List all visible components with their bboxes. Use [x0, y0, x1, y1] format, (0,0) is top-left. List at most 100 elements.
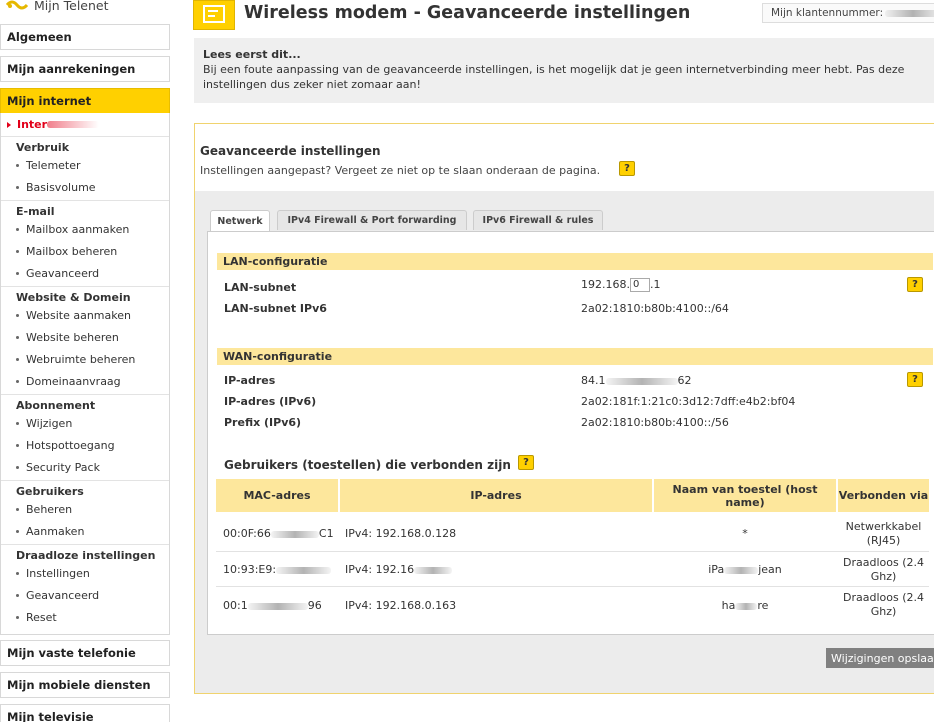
help-icon[interactable]: ? [619, 161, 635, 176]
hostname-cell: * [742, 527, 748, 540]
sidebar-section-label: Mijn aanrekeningen [7, 62, 136, 76]
help-icon[interactable]: ? [907, 277, 923, 292]
sidebar-item-email-geavanceerd[interactable]: Geavanceerd [1, 262, 169, 284]
sidebar-item-security-pack[interactable]: Security Pack [1, 456, 169, 478]
help-icon[interactable]: ? [518, 455, 534, 470]
sidebar-item-aanmaken[interactable]: Aanmaken [1, 520, 169, 542]
notice-text: Bij een foute aanpassing van de geavance… [203, 63, 905, 91]
connection-cell: Draadloos (2.4 Ghz) [843, 556, 924, 583]
bullet-icon [16, 615, 19, 619]
bullet-icon [16, 507, 19, 511]
sidebar-section-televisie[interactable]: Mijn televisie [0, 704, 170, 722]
tab-netwerk[interactable]: Netwerk [210, 210, 270, 231]
tab-ipv6-firewall[interactable]: IPv6 Firewall & rules [473, 210, 603, 230]
brand-label: Mijn Telenet [34, 0, 109, 13]
settings-title: Geavanceerde instellingen [200, 144, 381, 158]
mac-cell: 10:93:E9: [223, 563, 332, 576]
sidebar-item-beheren[interactable]: Beheren [1, 498, 169, 520]
warning-notice: Lees eerst dit... Bij een foute aanpassi… [194, 38, 934, 103]
sidebar-item-draadloos-geavanceerd[interactable]: Geavanceerd [1, 584, 169, 606]
brand-link[interactable]: Mijn Telenet [0, 0, 170, 16]
bullet-icon [16, 335, 19, 339]
sidebar-item-domeinaanvraag[interactable]: Domeinaanvraag [1, 370, 169, 392]
arrow-right-icon [7, 121, 11, 128]
sidebar-section-label: Mijn televisie [7, 710, 94, 722]
bullet-icon [16, 249, 19, 253]
bullet-icon [16, 163, 19, 167]
sidebar-section-label: Mijn internet [7, 94, 92, 108]
bullet-icon [16, 227, 19, 231]
sidebar-section-internet[interactable]: Mijn internet [0, 88, 170, 114]
bullet-icon [16, 313, 19, 317]
sidebar-item-telemeter[interactable]: Telemeter [1, 154, 169, 176]
sidebar-item-mailbox-beheren[interactable]: Mailbox beheren [1, 240, 169, 262]
bullet-icon [16, 271, 19, 275]
column-header-ip: IP-adres [340, 479, 652, 512]
sidebar-section-aanrekeningen[interactable]: Mijn aanrekeningen [0, 56, 170, 82]
wan-ip-end: 62 [677, 374, 692, 387]
sidebar-item-label: Inter [17, 118, 48, 131]
sidebar-item-reset[interactable]: Reset [1, 606, 169, 628]
sidebar-item-wijzigen[interactable]: Wijzigen [1, 412, 169, 434]
page: Mijn Telenet Algemeen Mijn aanrekeningen… [0, 0, 934, 722]
sidebar-group-draadloos: Draadloze instellingen [1, 544, 169, 562]
sidebar-section-label: Mijn vaste telefonie [7, 646, 136, 660]
settings-header: Geavanceerde instellingen Instellingen a… [195, 124, 934, 191]
wan-ip-value: 84.1 62 [581, 374, 692, 387]
wan-ipv6-value: 2a02:181f:1:21c0:3d12:7dff:e4b2:bf04 [581, 395, 796, 408]
bullet-icon [16, 571, 19, 575]
sidebar-section-label: Mijn mobiele diensten [7, 678, 151, 692]
sidebar-item-basisvolume[interactable]: Basisvolume [1, 176, 169, 198]
customer-number-label: Mijn klantennummer: [771, 7, 884, 19]
tab-ipv4-firewall[interactable]: IPv4 Firewall & Port forwarding [277, 210, 467, 230]
sidebar-section-label: Algemeen [7, 30, 72, 44]
sidebar-item-website-beheren[interactable]: Website beheren [1, 326, 169, 348]
lan-section-header: LAN-configuratie [217, 253, 933, 270]
sidebar-item-webruimte-beheren[interactable]: Webruimte beheren [1, 348, 169, 370]
lan-subnet-label: LAN-subnet [224, 281, 297, 294]
wan-ip-label: IP-adres [224, 374, 276, 387]
save-changes-button[interactable]: Wijzigingen opslaan [826, 648, 934, 668]
mac-cell: 00:0F:66 C1 [223, 527, 334, 540]
bullet-icon [16, 379, 19, 383]
sidebar-group-website: Website & Domein [1, 286, 169, 304]
table-row: 00:1 96 IPv4: 192.168.0.163 ha re Draadloo… [216, 587, 929, 623]
sidebar-item-instellingen[interactable]: Instellingen [1, 562, 169, 584]
sidebar-item-mailbox-aanmaken[interactable]: Mailbox aanmaken [1, 218, 169, 240]
lan-subnet-v6-value: 2a02:1810:b80b:4100::/64 [581, 302, 729, 315]
sidebar-section-vaste-telefonie[interactable]: Mijn vaste telefonie [0, 640, 170, 666]
bullet-icon [16, 357, 19, 361]
modem-settings-icon [193, 0, 235, 30]
hostname-cell: ha re [721, 599, 769, 612]
sidebar-group-email: E-mail [1, 200, 169, 218]
sidebar-section-mobiele-diensten[interactable]: Mijn mobiele diensten [0, 672, 170, 698]
sidebar-group-abonnement: Abonnement [1, 394, 169, 412]
sidebar: Mijn Telenet Algemeen Mijn aanrekeningen… [0, 0, 172, 722]
redacted-text [885, 9, 934, 17]
sidebar-item-hotspottoegang[interactable]: Hotspottoegang [1, 434, 169, 456]
sidebar-section-algemeen[interactable]: Algemeen [0, 24, 170, 50]
bullet-icon [16, 593, 19, 597]
lan-subnet-value: 192.168. 0.1 [581, 278, 660, 292]
ip-cell: IPv4: 192.16 [345, 563, 453, 576]
bullet-icon [16, 443, 19, 447]
lan-subnet-input[interactable]: 0 [629, 278, 650, 292]
devices-heading: Gebruikers (toestellen) die verbonden zi… [224, 458, 511, 472]
ip-cell: IPv4: 192.168.0.128 [345, 527, 457, 540]
sidebar-submenu: Inter Verbruik Telemeter Basisvolume E-m… [0, 113, 170, 635]
sidebar-item-website-aanmaken[interactable]: Website aanmaken [1, 304, 169, 326]
settings-container: Geavanceerde instellingen Instellingen a… [194, 123, 934, 694]
help-icon[interactable]: ? [907, 372, 923, 387]
mac-cell: 00:1 96 [223, 599, 322, 612]
sidebar-item-current[interactable]: Inter [1, 115, 169, 134]
lan-subnet-v6-label: LAN-subnet IPv6 [224, 302, 327, 315]
hostname-cell: iPa jean [708, 563, 782, 576]
column-header-mac: MAC-adres [216, 479, 338, 512]
customer-number-box: Mijn klantennummer: [762, 3, 934, 23]
lan-subnet-prefix: 192.168. [581, 278, 630, 291]
bullet-icon [16, 185, 19, 189]
notice-heading: Lees eerst dit... [203, 48, 301, 61]
wan-section-header: WAN-configuratie [217, 348, 933, 365]
table-row: 00:0F:66 C1 IPv4: 192.168.0.128 * Netwerk… [216, 514, 929, 552]
telenet-logo-icon [6, 0, 28, 10]
